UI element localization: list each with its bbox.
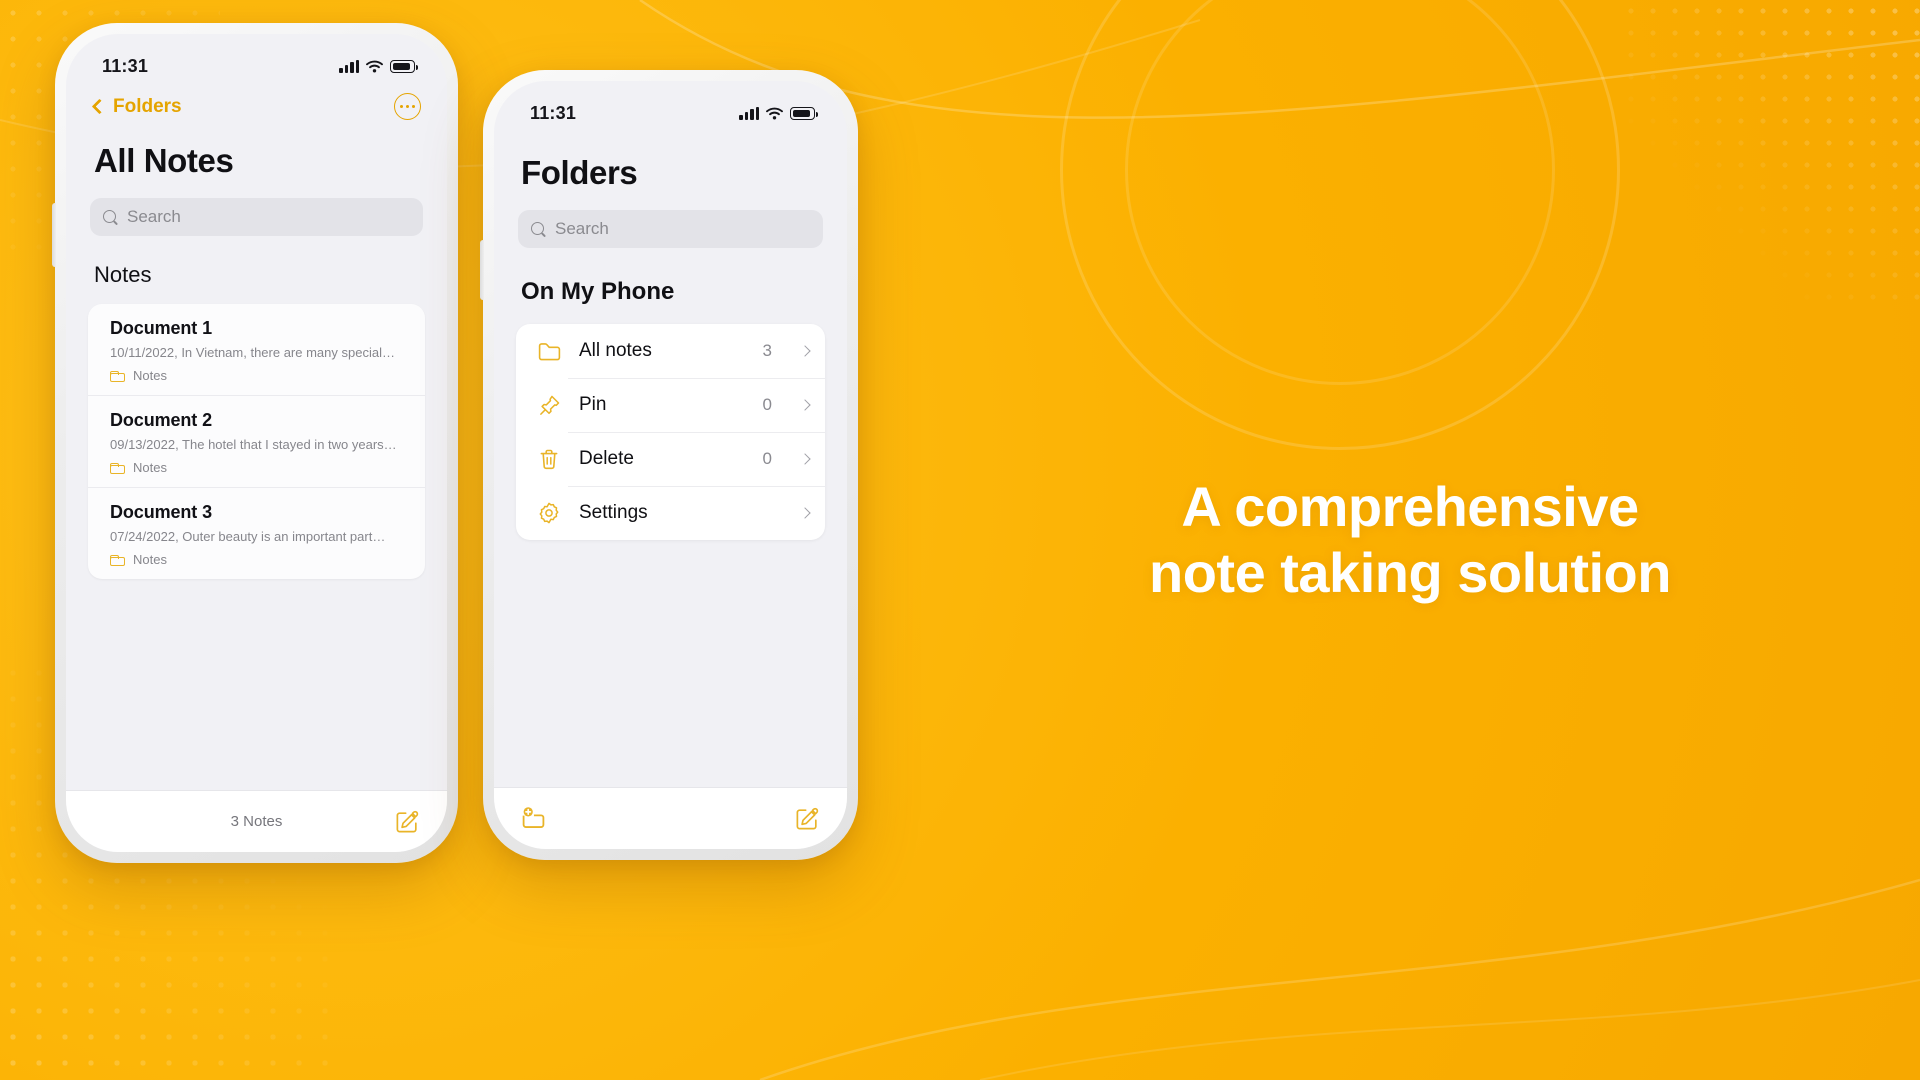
folder-row-all-notes[interactable]: All notes 3	[516, 324, 825, 378]
bottom-toolbar: 3 Notes	[66, 790, 447, 852]
note-folder-tag: Notes	[110, 460, 405, 475]
chevron-right-icon	[799, 507, 811, 519]
phone-mockup-folders: 11:31 Folders Search On My Phone All not…	[480, 70, 858, 860]
search-input[interactable]: Search	[518, 210, 823, 248]
more-options-button[interactable]	[394, 93, 421, 120]
note-title: Document 2	[110, 410, 213, 430]
notes-count-label: 3 Notes	[230, 813, 283, 830]
folder-row-label: Settings	[579, 502, 648, 523]
folders-list: All notes 3 Pin 0 Delete 0 Settings	[516, 324, 825, 540]
status-bar: 11:31	[494, 81, 847, 124]
back-button-label: Folders	[113, 95, 182, 117]
page-title-folders: Folders	[521, 154, 638, 191]
search-icon	[103, 209, 118, 225]
search-placeholder: Search	[127, 207, 181, 226]
chevron-left-icon	[91, 98, 108, 115]
folder-icon	[110, 554, 125, 566]
folder-row-count: 0	[762, 395, 772, 414]
phone-side-button	[480, 240, 484, 300]
note-list-item[interactable]: Document 2 09/13/2022, The hotel that I …	[88, 395, 425, 487]
folder-row-count: 0	[762, 449, 772, 468]
folder-row-label: Pin	[579, 394, 607, 415]
headline-line-1: A comprehensive	[1181, 475, 1639, 539]
chevron-right-icon	[799, 345, 811, 357]
status-time: 11:31	[102, 56, 149, 76]
section-label-on-my-phone: On My Phone	[521, 278, 675, 305]
add-folder-icon[interactable]	[520, 805, 547, 832]
phone-side-button	[52, 203, 56, 267]
screen-all-notes: 11:31 Folders All Notes Search Notes Doc…	[66, 34, 447, 852]
compose-note-icon[interactable]	[794, 805, 821, 832]
note-title: Document 1	[110, 318, 213, 338]
wifi-icon	[766, 107, 783, 120]
status-bar: 11:31	[66, 34, 447, 77]
status-time: 11:31	[530, 103, 577, 123]
page-title-all-notes: All Notes	[94, 142, 234, 179]
screen-folders: 11:31 Folders Search On My Phone All not…	[494, 81, 847, 849]
note-folder-tag: Notes	[110, 552, 405, 567]
folder-row-label: Delete	[579, 448, 634, 469]
pin-icon	[536, 392, 562, 418]
gear-icon	[536, 500, 562, 526]
cellular-bars-icon	[339, 59, 359, 73]
search-icon	[531, 221, 546, 237]
chevron-right-icon	[799, 399, 811, 411]
note-snippet: 10/11/2022, In Vietnam, there are many s…	[110, 345, 395, 360]
folder-row-label: All notes	[579, 340, 652, 361]
folder-row-delete[interactable]: Delete 0	[516, 432, 825, 486]
battery-icon	[790, 107, 818, 120]
note-title: Document 3	[110, 502, 213, 522]
folder-row-count: 3	[762, 341, 772, 360]
folder-row-settings[interactable]: Settings	[516, 486, 825, 540]
note-folder-name: Notes	[133, 460, 167, 475]
notes-list: Document 1 10/11/2022, In Vietnam, there…	[88, 304, 425, 579]
wifi-icon	[366, 60, 383, 73]
phone-mockup-all-notes: 11:31 Folders All Notes Search Notes Doc…	[52, 23, 458, 863]
cellular-bars-icon	[739, 106, 759, 120]
navigation-row: Folders	[66, 77, 447, 120]
folder-icon	[110, 370, 125, 382]
search-placeholder: Search	[555, 219, 609, 238]
note-list-item[interactable]: Document 1 10/11/2022, In Vietnam, there…	[88, 304, 425, 395]
bottom-toolbar	[494, 787, 847, 849]
note-snippet: 09/13/2022, The hotel that I stayed in t…	[110, 437, 397, 452]
note-folder-name: Notes	[133, 552, 167, 567]
back-to-folders-button[interactable]: Folders	[91, 95, 182, 118]
headline-line-2: note taking solution	[1149, 541, 1671, 604]
note-snippet: 07/24/2022, Outer beauty is an important…	[110, 529, 386, 544]
battery-icon	[390, 60, 418, 73]
trash-icon	[536, 446, 562, 472]
status-icons	[339, 59, 418, 73]
status-icons	[739, 106, 818, 120]
section-label-notes: Notes	[94, 262, 152, 287]
folder-row-pin[interactable]: Pin 0	[516, 378, 825, 432]
note-list-item[interactable]: Document 3 07/24/2022, Outer beauty is a…	[88, 487, 425, 579]
folder-icon	[536, 338, 562, 364]
marketing-headline: A comprehensive note taking solution	[900, 0, 1920, 1080]
chevron-right-icon	[799, 453, 811, 465]
note-folder-name: Notes	[133, 368, 167, 383]
search-input[interactable]: Search	[90, 198, 423, 236]
note-folder-tag: Notes	[110, 368, 405, 383]
folder-icon	[110, 462, 125, 474]
